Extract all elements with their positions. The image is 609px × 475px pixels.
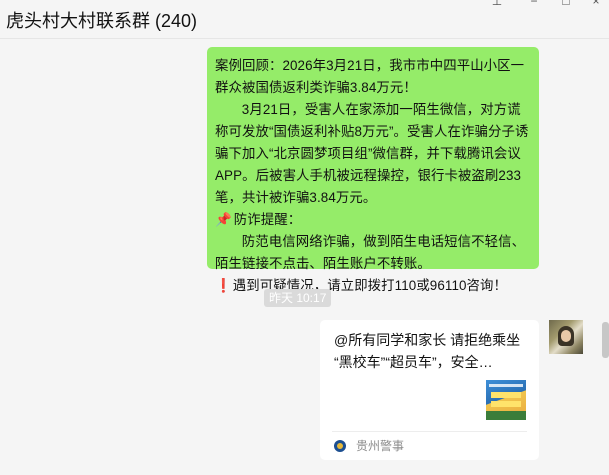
card-title-line: @所有同学和家长 请拒绝乘坐 — [334, 332, 521, 348]
minimize-icon[interactable]: − — [527, 0, 541, 8]
title-bar: 虎头村大村联系群 (240) ⊥ − □ × — [0, 0, 609, 39]
maximize-icon[interactable]: □ — [559, 0, 573, 8]
chat-message-area[interactable]: 案例回顾：2026年3月21日，我市市中四平山小区一群众被国债返利类诈骗3.84… — [0, 39, 609, 475]
chat-title[interactable]: 虎头村大村联系群 (240) — [6, 7, 197, 33]
card-thumbnail — [486, 380, 526, 420]
exclamation-icon: ❗ — [215, 278, 232, 293]
message-paragraph: 防范电信网络诈骗，做到陌生电话短信不轻信、陌生链接不点击、陌生账户不转账。 — [215, 234, 526, 271]
pin-window-icon[interactable]: ⊥ — [490, 0, 504, 8]
close-icon[interactable]: × — [589, 0, 603, 8]
card-title: @所有同学和家长 请拒绝乘坐 “黑校车”“超员车”，安全… — [334, 329, 530, 373]
card-divider — [332, 431, 527, 432]
message-paragraph: 3月21日，受害人在家添加一陌生微信，对方谎称可发放“国债返利补贴8万元”。受害… — [215, 102, 529, 205]
message-bubble-outgoing[interactable]: 案例回顾：2026年3月21日，我市市中四平山小区一群众被国债返利类诈骗3.84… — [207, 47, 539, 293]
link-card-message[interactable]: @所有同学和家长 请拒绝乘坐 “黑校车”“超员车”，安全… 贵州警事 — [320, 320, 539, 460]
message-paragraph: 案例回顾：2026年3月21日，我市市中四平山小区一群众被国债返利类诈骗3.84… — [215, 58, 525, 95]
pushpin-icon: 📌 — [215, 212, 232, 227]
message-paragraph: 防诈提醒： — [233, 212, 302, 227]
scrollbar-thumb[interactable] — [602, 322, 609, 358]
message-timestamp: 昨天 10:17 — [264, 289, 332, 307]
card-title-line: “黑校车”“超员车”，安全… — [334, 354, 493, 370]
police-badge-icon — [334, 440, 346, 452]
card-source-name: 贵州警事 — [356, 439, 405, 453]
avatar[interactable] — [549, 320, 583, 354]
